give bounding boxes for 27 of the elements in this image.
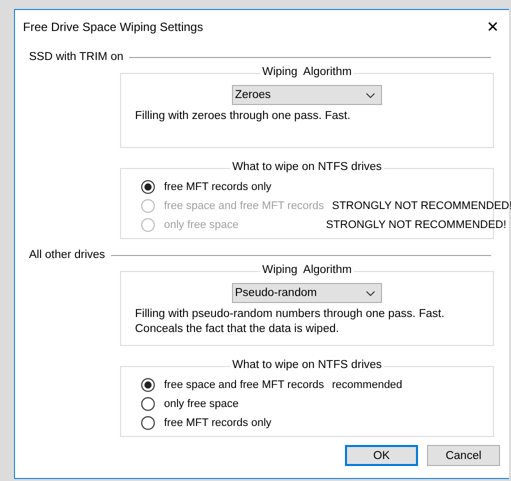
- algorithm-dropdown[interactable]: Pseudo-random: [232, 283, 382, 303]
- chevron-icon: [366, 92, 375, 98]
- group-title: Wiping Algorithm: [260, 264, 354, 276]
- radio-label[interactable]: free space and free MFT records: [164, 378, 324, 390]
- dialog-button[interactable]: Cancel: [427, 445, 500, 466]
- radio-button[interactable]: [141, 180, 155, 194]
- radio-note: STRONGLY NOT RECOMMENDED!: [326, 218, 506, 230]
- radio-button[interactable]: [141, 416, 155, 430]
- algorithm-description: Filling with pseudo-random numbers through one pass. Fast. Conceals the fact that the data is wiped.: [135, 307, 446, 337]
- algorithm-description: Filling with zeroes through one pass. Fast.: [135, 109, 352, 124]
- window-title: Free Drive Space Wiping Settings: [23, 20, 204, 34]
- radio-button[interactable]: [141, 396, 155, 410]
- radio-label[interactable]: only free space: [164, 398, 318, 410]
- group-title: Wiping Algorithm: [260, 66, 354, 78]
- section-title: All other drives: [29, 249, 106, 261]
- radio-note: STRONGLY NOT RECOMMENDED!: [332, 200, 511, 212]
- close-button[interactable]: ✕: [477, 18, 509, 36]
- section-title: SSD with TRIM on: [29, 51, 124, 63]
- radio-label[interactable]: free MFT records only: [164, 416, 318, 428]
- dialog-button[interactable]: OK: [345, 445, 418, 466]
- group-title: What to wipe on NTFS drives: [230, 359, 384, 371]
- radio-note: recommended: [332, 378, 402, 390]
- radio-button[interactable]: [141, 378, 155, 392]
- group-title: What to wipe on NTFS drives: [230, 161, 384, 173]
- chevron-icon: [366, 290, 375, 296]
- radio-label[interactable]: free MFT records only: [164, 180, 318, 192]
- algorithm-dropdown[interactable]: Zeroes: [232, 85, 382, 105]
